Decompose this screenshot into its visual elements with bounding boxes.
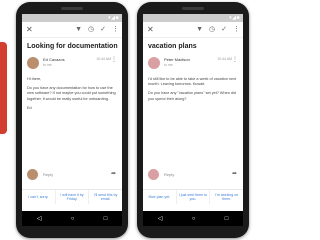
smart-reply-bar: I can't, sorry. I will have it by Friday… — [22, 189, 122, 204]
email-body: I'd still like to be able to take a week… — [143, 72, 243, 102]
reply-avatar — [27, 169, 38, 180]
more-icon[interactable]: ⋮ — [112, 25, 119, 34]
status-bar: ▾◢■ — [22, 14, 122, 22]
sender-to: to me — [43, 63, 52, 67]
archive-icon[interactable]: ▼ — [196, 25, 203, 34]
sender-time: 10:44 AM — [96, 57, 111, 61]
smart-reply-option[interactable]: I can't, sorry. — [22, 190, 56, 204]
recents-icon[interactable]: □ — [225, 216, 229, 222]
smart-reply-option[interactable]: I just sent them to you. — [177, 190, 211, 204]
toolbar: ▼ ◷ ✓ ⋮ — [196, 25, 240, 34]
more-icon[interactable]: ⋮ — [232, 56, 238, 63]
nav-bar: ◁ ○ □ — [22, 211, 122, 226]
done-icon[interactable]: ✓ — [221, 25, 227, 34]
body-line: Hi there, — [27, 77, 42, 81]
snooze-icon[interactable]: ◷ — [88, 25, 94, 34]
toolbar: ▼ ◷ ✓ ⋮ — [75, 25, 119, 34]
avatar — [27, 57, 39, 69]
done-icon[interactable]: ✓ — [100, 25, 106, 34]
back-icon[interactable]: ◁ — [158, 215, 163, 222]
nav-bar: ◁ ○ □ — [143, 211, 243, 226]
body-line: Do you have any documentation for how to… — [27, 86, 116, 101]
more-icon[interactable]: ⋮ — [111, 56, 117, 63]
sender-name: Ed Cavazos — [43, 57, 65, 62]
email-subject: Looking for documentation — [27, 43, 118, 50]
back-icon[interactable]: ◁ — [37, 215, 42, 222]
recents-icon[interactable]: □ — [104, 216, 108, 222]
more-icon[interactable]: ⋮ — [233, 25, 240, 34]
phone-screen: ▾◢■ ✕ ▼ ◷ ✓ ⋮ Looking for documentation … — [22, 14, 122, 226]
email-subject: vacation plans — [148, 43, 197, 50]
sender-row[interactable]: Peter Madison to me 10:44 AM ⋮ — [148, 56, 238, 72]
reply-field[interactable]: Reply — [43, 172, 53, 177]
phone-screen: ▾◢■ ✕ ▼ ◷ ✓ ⋮ vacation plans Peter Madis… — [143, 14, 243, 226]
status-icons: ▾◢■ — [108, 15, 119, 21]
red-panel-edge — [0, 42, 7, 134]
avatar — [148, 57, 160, 69]
status-bar: ▾◢■ — [143, 14, 243, 22]
phone-right: ▾◢■ ✕ ▼ ◷ ✓ ⋮ vacation plans Peter Madis… — [137, 2, 249, 238]
app-bar: ✕ ▼ ◷ ✓ ⋮ — [22, 22, 122, 38]
forward-icon[interactable]: ➦ — [232, 170, 237, 177]
close-icon[interactable]: ✕ — [26, 25, 33, 34]
smart-reply-option[interactable]: I'll send this by email. — [89, 190, 122, 204]
sender-name: Peter Madison — [164, 57, 190, 62]
body-line: Ed — [27, 105, 32, 110]
status-icons: ▾◢■ — [229, 15, 240, 21]
reply-avatar — [148, 169, 159, 180]
reply-field[interactable]: Reply — [164, 172, 174, 177]
body-line: Do you have any "vacation plans" set yet… — [148, 91, 236, 101]
phone-speaker — [182, 7, 204, 10]
forward-icon[interactable]: ➦ — [111, 170, 116, 177]
smart-reply-option[interactable]: I'm working on them. — [210, 190, 243, 204]
home-icon[interactable]: ○ — [71, 216, 75, 222]
phone-left: ▾◢■ ✕ ▼ ◷ ✓ ⋮ Looking for documentation … — [16, 2, 128, 238]
phone-speaker — [61, 7, 83, 10]
smart-reply-option[interactable]: I will have it by Friday. — [56, 190, 90, 204]
email-body: Hi there, Do you have any documentation … — [22, 72, 122, 111]
close-icon[interactable]: ✕ — [147, 25, 154, 34]
home-icon[interactable]: ○ — [192, 216, 196, 222]
sender-time: 10:44 AM — [217, 57, 232, 61]
smart-reply-bar: Nice plan yet. I just sent them to you. … — [143, 189, 243, 204]
archive-icon[interactable]: ▼ — [75, 25, 82, 34]
sender-row[interactable]: Ed Cavazos to me 10:44 AM ⋮ — [27, 56, 117, 72]
smart-reply-option[interactable]: Nice plan yet. — [143, 190, 177, 204]
body-line: I'd still like to be able to take a week… — [148, 77, 237, 87]
snooze-icon[interactable]: ◷ — [209, 25, 215, 34]
sender-to: to me — [164, 63, 173, 67]
app-bar: ✕ ▼ ◷ ✓ ⋮ — [143, 22, 243, 38]
